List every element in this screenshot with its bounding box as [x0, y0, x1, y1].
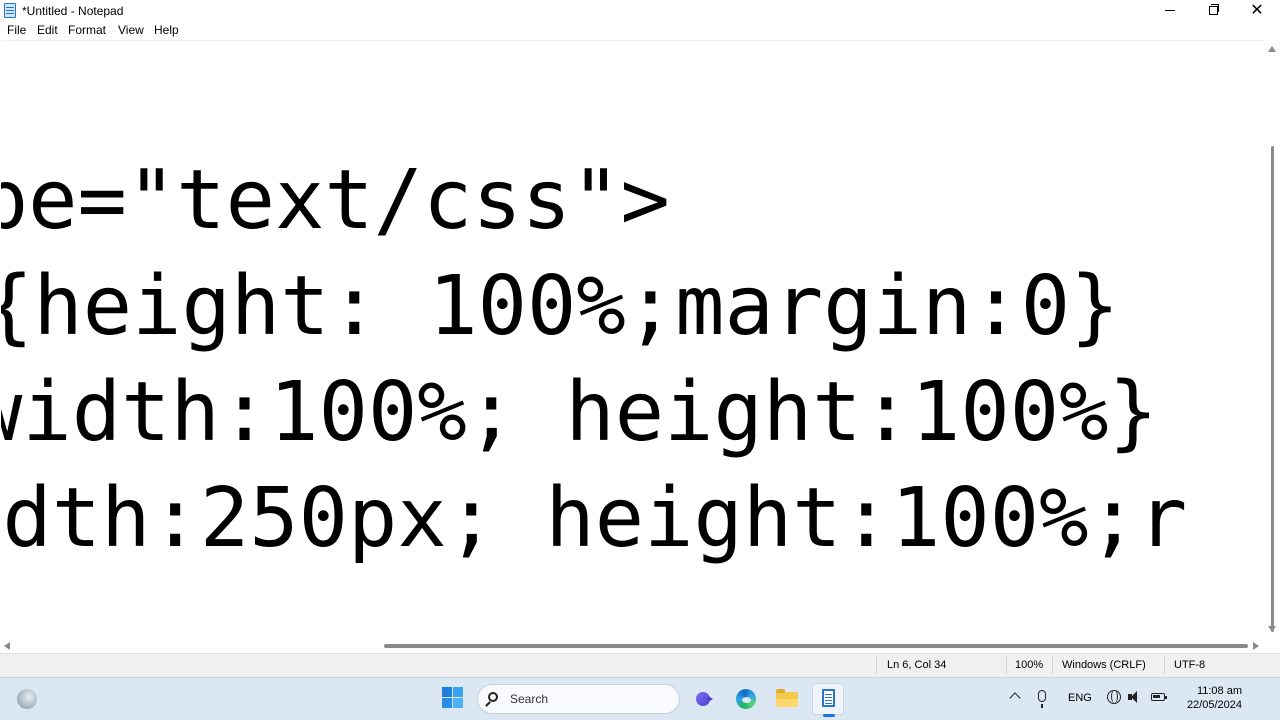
clock-date: 22/05/2024 [1186, 699, 1242, 711]
window-title: *Untitled - Notepad [22, 4, 124, 18]
minimize-icon [1165, 10, 1175, 12]
minimize-button[interactable] [1147, 0, 1193, 22]
clock-time: 11:08 am [1196, 685, 1242, 697]
restore-button[interactable] [1190, 0, 1236, 22]
encoding: UTF-8 [1174, 659, 1206, 671]
start-icon [442, 687, 452, 697]
title-bar[interactable]: *Untitled - Notepad ✕ [0, 0, 1280, 22]
teams-meet-icon[interactable] [689, 683, 721, 715]
menu-edit[interactable]: Edit [37, 23, 58, 37]
editor-line: {height: 100%;margin:0} [1, 259, 1120, 354]
scroll-up-arrow-icon[interactable] [1268, 46, 1276, 52]
search-placeholder: Search [510, 692, 549, 706]
microphone-icon[interactable] [1038, 690, 1046, 708]
notepad-app-icon[interactable] [4, 3, 16, 18]
file-explorer-icon[interactable] [771, 683, 803, 715]
battery-icon[interactable] [1151, 693, 1167, 701]
taskbar-search-box[interactable]: Search [477, 684, 680, 714]
status-divider [876, 656, 877, 674]
line-ending: Windows (CRLF) [1062, 659, 1146, 671]
notepad-icon[interactable] [812, 683, 844, 717]
edge-icon[interactable] [730, 683, 762, 715]
vertical-scrollbar[interactable] [1265, 40, 1280, 639]
active-app-indicator [823, 714, 835, 717]
status-divider [1164, 656, 1165, 674]
status-bar: Ln 6, Col 34 100% Windows (CRLF) UTF-8 [0, 653, 1280, 677]
status-divider [1052, 656, 1053, 674]
scroll-right-arrow-icon[interactable] [1253, 642, 1259, 650]
close-button[interactable]: ✕ [1234, 0, 1280, 22]
search-icon [488, 692, 498, 702]
menu-view[interactable]: View [118, 23, 144, 37]
speaker-icon[interactable] [1128, 691, 1142, 703]
clock[interactable]: 11:08 am 22/05/2024 [1178, 684, 1242, 712]
menu-help[interactable]: Help [154, 23, 179, 37]
weather-widget-icon[interactable] [17, 689, 37, 709]
chevron-up-icon[interactable] [1009, 692, 1021, 704]
menu-file[interactable]: File [7, 23, 26, 37]
taskbar: Search ENG 11:08 am 22/05/2024 [0, 677, 1280, 720]
text-editor[interactable]: type="text/css"> {height: 100%;margin:0}… [1, 40, 1265, 640]
vertical-scroll-thumb[interactable] [1271, 146, 1274, 632]
editor-line: idth:250px; height:100%;r [1, 471, 1188, 566]
start-button[interactable] [442, 687, 464, 709]
editor-line: type="text/css"> [1, 153, 670, 248]
zoom-level: 100% [1015, 659, 1044, 671]
close-icon: ✕ [1250, 0, 1264, 19]
horizontal-scrollbar[interactable] [0, 639, 1280, 653]
menu-format[interactable]: Format [68, 23, 106, 37]
language-indicator[interactable]: ENG [1068, 692, 1092, 704]
scroll-left-arrow-icon[interactable] [4, 642, 10, 650]
cursor-position: Ln 6, Col 34 [887, 659, 947, 671]
status-divider [1006, 656, 1007, 674]
scroll-down-arrow-icon[interactable] [1268, 626, 1276, 632]
horizontal-scroll-thumb[interactable] [384, 644, 1248, 648]
menu-bar: File Edit Format View Help [0, 22, 1280, 40]
editor-line: width:100%; height:100%} [1, 365, 1158, 460]
network-globe-icon[interactable] [1107, 690, 1121, 704]
restore-icon [1208, 4, 1219, 16]
desktop: *Untitled - Notepad ✕ File Edit Format V… [0, 0, 1280, 720]
